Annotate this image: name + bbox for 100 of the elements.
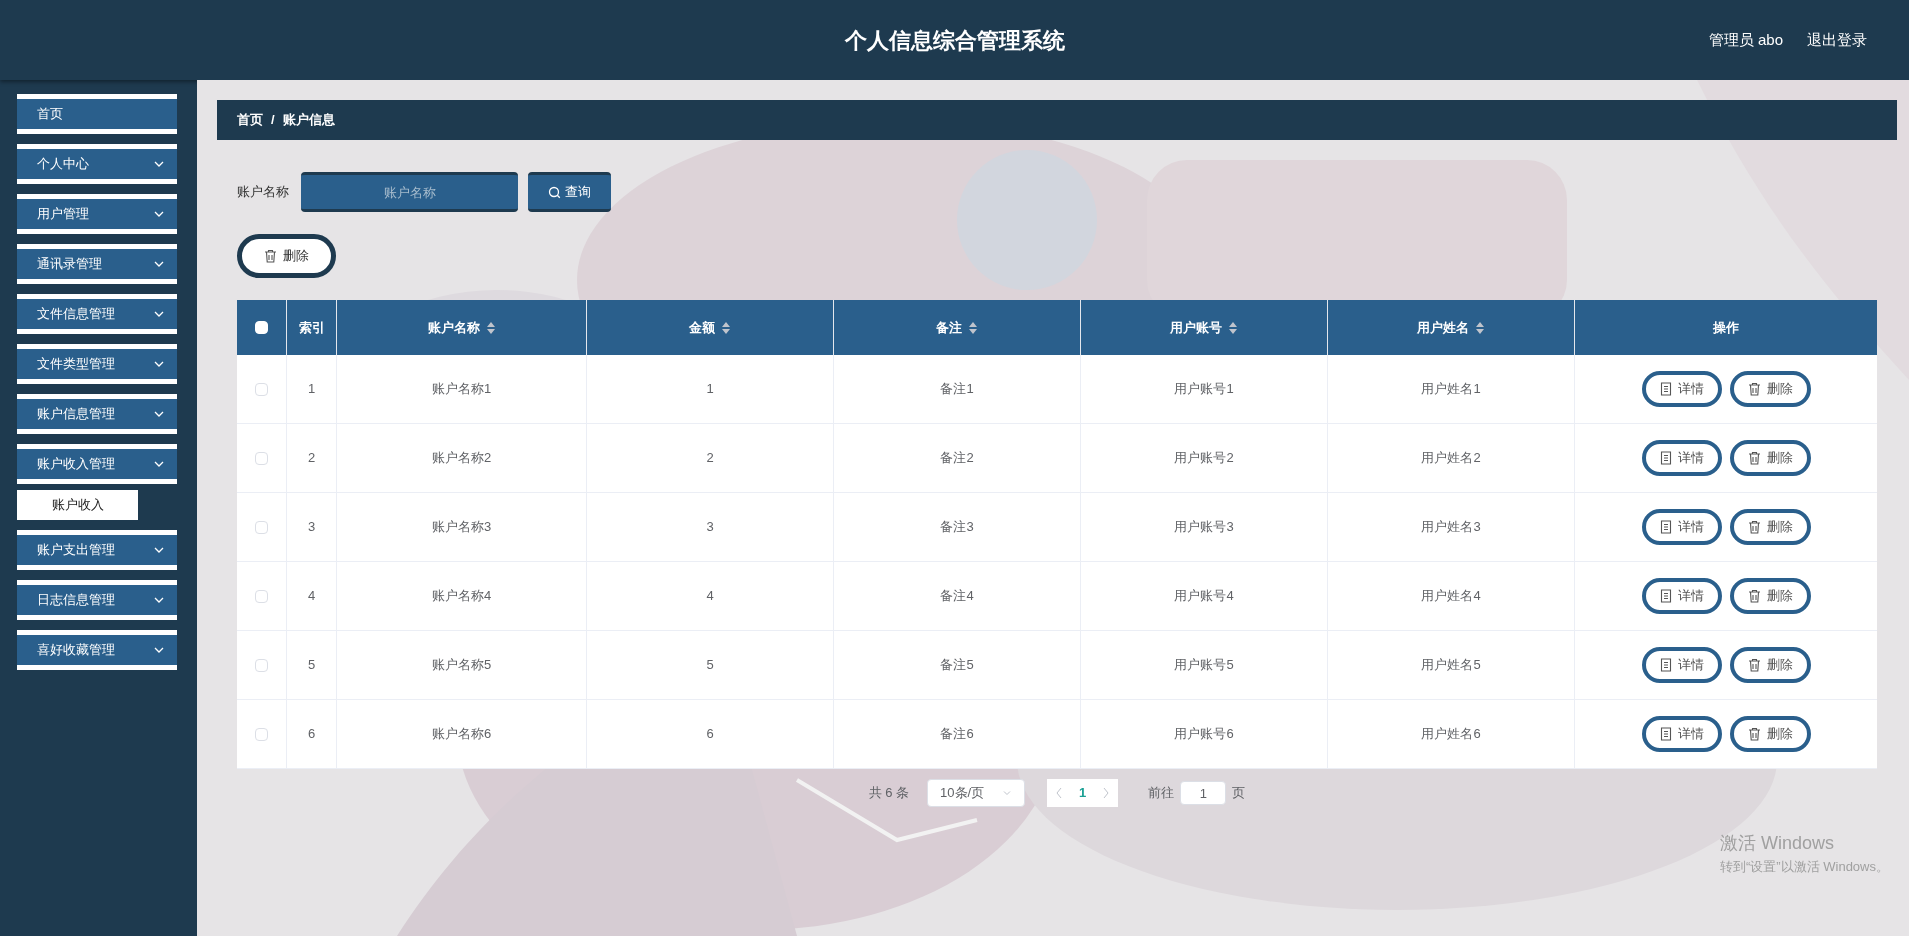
trash-icon bbox=[1747, 451, 1761, 465]
details-button[interactable]: 详情 bbox=[1641, 716, 1722, 752]
select-all-checkbox[interactable] bbox=[255, 321, 268, 334]
delete-row-button[interactable]: 删除 bbox=[1729, 716, 1811, 752]
chevron-down-icon bbox=[1002, 788, 1013, 798]
sidebar-item[interactable]: 账户支出管理 bbox=[17, 530, 177, 570]
details-button[interactable]: 详情 bbox=[1641, 578, 1722, 614]
sort-icon[interactable] bbox=[1228, 320, 1238, 335]
table-cell-text: 账户名称5 bbox=[431, 656, 492, 675]
table-cell-text: 账户名称3 bbox=[431, 518, 492, 537]
table-cell-text: 用户账号2 bbox=[1174, 449, 1234, 468]
table-cell-text: 5 bbox=[307, 656, 316, 675]
table-cell-text: 4 bbox=[706, 587, 714, 606]
table-cell-text: 2 bbox=[307, 449, 316, 468]
delete-row-button[interactable]: 删除 bbox=[1729, 440, 1811, 476]
table-cell-text: 1 bbox=[706, 380, 714, 399]
column-header[interactable]: 金额 bbox=[689, 317, 715, 338]
sort-icon[interactable] bbox=[1475, 320, 1485, 335]
sidebar-item[interactable]: 通讯录管理 bbox=[17, 244, 177, 284]
table-cell-text: 账户名称4 bbox=[431, 587, 492, 606]
next-page-icon[interactable] bbox=[1102, 787, 1111, 799]
goto-label: 前往 bbox=[1148, 784, 1175, 803]
column-header[interactable]: 账户名称 bbox=[427, 317, 480, 338]
details-button[interactable]: 详情 bbox=[1641, 647, 1722, 683]
sort-icon[interactable] bbox=[721, 320, 731, 335]
table-cell-text: 3 bbox=[706, 518, 714, 537]
document-icon bbox=[1659, 520, 1672, 534]
delete-row-button[interactable]: 删除 bbox=[1729, 647, 1811, 683]
table-cell-text: 2 bbox=[706, 449, 714, 468]
table-cell-text: 3 bbox=[307, 518, 316, 537]
row-checkbox[interactable] bbox=[255, 658, 268, 672]
previous-page-icon[interactable] bbox=[1055, 787, 1064, 799]
column-header: 索引 bbox=[298, 318, 325, 337]
sidebar-item[interactable]: 首页 bbox=[17, 94, 177, 134]
delete-row-button[interactable]: 删除 bbox=[1729, 371, 1811, 407]
table-cell-text: 用户账号1 bbox=[1174, 380, 1234, 399]
table-cell-text: 用户姓名6 bbox=[1421, 725, 1481, 744]
breadcrumb-separator: / bbox=[271, 111, 275, 130]
table-cell-text: 6 bbox=[706, 725, 714, 744]
sort-icon[interactable] bbox=[485, 320, 496, 335]
sidebar-item[interactable]: 用户管理 bbox=[17, 194, 177, 234]
breadcrumb-item: 账户信息 bbox=[282, 111, 335, 130]
trash-icon bbox=[1747, 589, 1761, 603]
sidebar-item[interactable]: 喜好收藏管理 bbox=[17, 630, 177, 670]
row-checkbox[interactable] bbox=[255, 520, 268, 534]
row-checkbox[interactable] bbox=[255, 727, 268, 741]
document-icon bbox=[1659, 451, 1672, 465]
user-name: 管理员 abo bbox=[1708, 29, 1783, 50]
table-cell-text: 账户名称1 bbox=[431, 380, 492, 399]
delete-row-button[interactable]: 删除 bbox=[1729, 578, 1811, 614]
table-cell-text: 4 bbox=[307, 587, 316, 606]
table-cell-text: 备注3 bbox=[940, 518, 974, 537]
search-button[interactable]: 查询 bbox=[528, 172, 611, 212]
details-button[interactable]: 详情 bbox=[1641, 371, 1722, 407]
trash-icon bbox=[264, 249, 277, 263]
sidebar-item[interactable]: 文件类型管理 bbox=[17, 344, 177, 384]
total-count: 共 6 条 bbox=[868, 784, 910, 803]
sidebar-item[interactable]: 日志信息管理 bbox=[17, 580, 177, 620]
sidebar-item[interactable]: 个人中心 bbox=[17, 144, 177, 184]
column-header[interactable]: 备注 bbox=[936, 317, 962, 338]
table-cell-text: 备注5 bbox=[940, 656, 974, 675]
row-checkbox[interactable] bbox=[255, 382, 268, 396]
page-size-select[interactable]: 10条/页 bbox=[927, 779, 1026, 807]
table-cell-text: 用户账号5 bbox=[1174, 656, 1234, 675]
activation-title: 激活 Windows bbox=[1720, 831, 1835, 855]
goto-page-field[interactable]: 1 bbox=[1180, 781, 1227, 805]
search-label: 账户名称 bbox=[237, 183, 289, 202]
column-header[interactable]: 用户账号 bbox=[1170, 317, 1222, 338]
table-cell-text: 用户账号6 bbox=[1174, 725, 1234, 744]
sidebar-item[interactable]: 文件信息管理 bbox=[17, 294, 177, 334]
document-icon bbox=[1659, 658, 1672, 672]
submenu-item[interactable]: 账户收入 bbox=[17, 490, 138, 520]
breadcrumb-item[interactable]: 首页 bbox=[237, 110, 263, 130]
page-suffix: 页 bbox=[1232, 784, 1246, 803]
trash-icon bbox=[1747, 520, 1761, 534]
table-cell-text: 备注4 bbox=[940, 587, 974, 606]
column-header: 操作 bbox=[1713, 318, 1739, 337]
activation-text: 转到“设置”以激活 Windows。 bbox=[1720, 857, 1889, 876]
table-cell-text: 5 bbox=[706, 656, 714, 675]
row-checkbox[interactable] bbox=[255, 589, 268, 603]
logout-link[interactable]: 退出登录 bbox=[1807, 28, 1867, 52]
table-cell-text: 用户姓名4 bbox=[1421, 587, 1481, 606]
trash-icon bbox=[1747, 727, 1761, 741]
trash-icon bbox=[1747, 658, 1761, 672]
delete-button[interactable]: 删除 bbox=[237, 234, 336, 278]
table-cell-text: 用户姓名2 bbox=[1421, 449, 1481, 468]
document-icon bbox=[1659, 382, 1672, 396]
sort-icon[interactable] bbox=[968, 320, 978, 335]
search-field[interactable]: 账户名称 bbox=[301, 172, 518, 212]
search-icon bbox=[548, 185, 561, 199]
sidebar-item[interactable]: 账户收入管理 bbox=[17, 444, 177, 484]
details-button[interactable]: 详情 bbox=[1641, 509, 1722, 545]
column-header[interactable]: 用户姓名 bbox=[1417, 317, 1469, 338]
row-checkbox[interactable] bbox=[255, 451, 268, 465]
app-title: 个人信息综合管理系统 bbox=[844, 26, 1065, 55]
table-cell-text: 用户账号3 bbox=[1174, 518, 1234, 537]
table-cell-text: 1 bbox=[307, 380, 316, 399]
delete-row-button[interactable]: 删除 bbox=[1729, 509, 1811, 545]
sidebar-item[interactable]: 账户信息管理 bbox=[17, 394, 177, 434]
details-button[interactable]: 详情 bbox=[1641, 440, 1722, 476]
